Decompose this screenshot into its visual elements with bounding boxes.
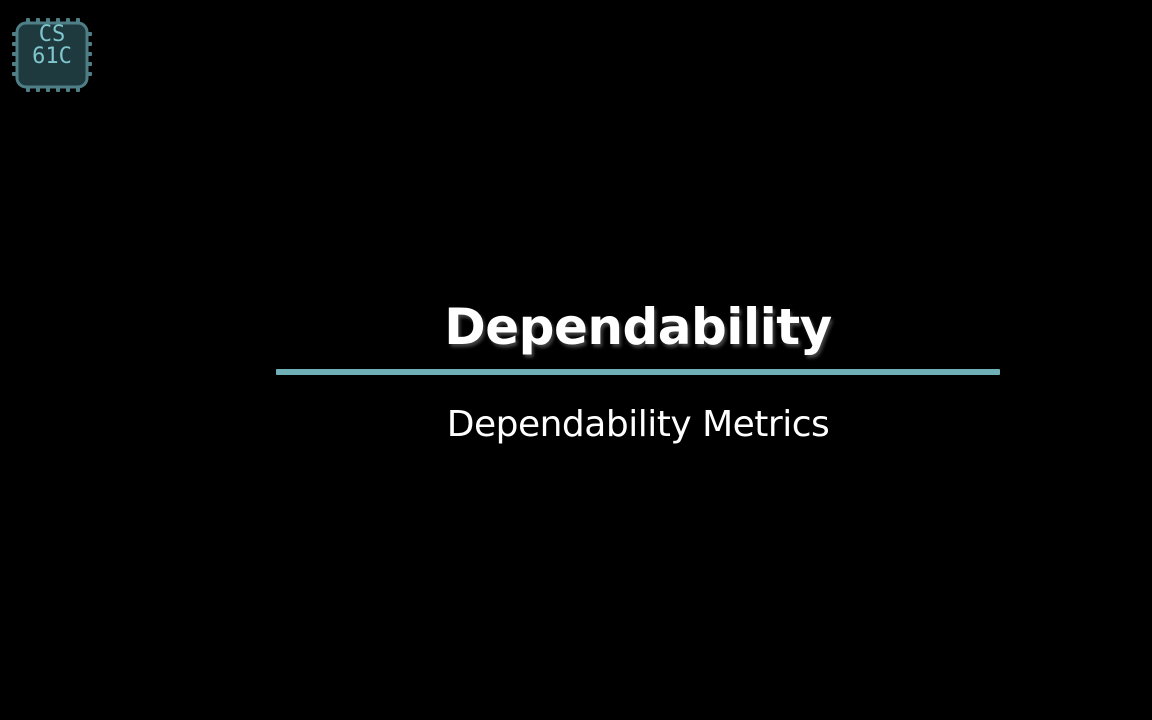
slide: CS 61C Dependability Dependability Metri… xyxy=(0,0,1152,720)
slide-title: Dependability xyxy=(444,298,832,356)
cs61c-chip-logo: CS 61C xyxy=(12,18,92,92)
logo-text-cs: CS xyxy=(38,22,66,47)
slide-subtitle: Dependability Metrics xyxy=(446,404,830,445)
title-divider xyxy=(276,369,1000,375)
logo-text-61c: 61C xyxy=(32,44,72,69)
